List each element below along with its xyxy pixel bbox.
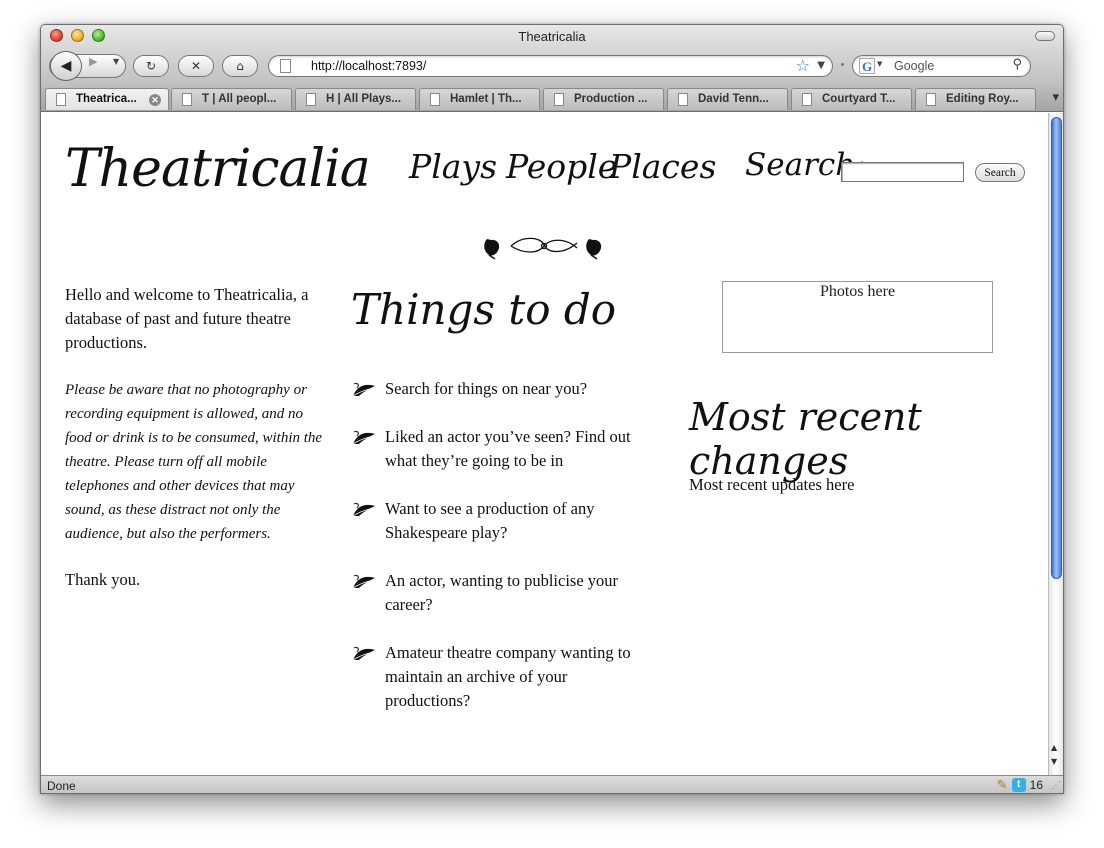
forward-button[interactable]: ▶ [89,55,97,68]
list-item-text[interactable]: Amateur theatre company wanting to maint… [385,643,631,710]
url-dropdown-icon[interactable]: ▼ [817,60,825,71]
tab-label: Courtyard T... [822,93,896,105]
tab-david-tennant[interactable]: David Tenn... [667,88,788,110]
scroll-down-icon[interactable]: ▼ [1051,757,1057,766]
tab-label: H | All Plays... [326,93,402,105]
magnifier-icon[interactable]: ⚲ [1012,57,1022,72]
leaf-bullet-icon [352,646,375,661]
vertical-scrollbar[interactable]: ▲ ▼ [1048,113,1063,775]
reload-icon: ↻ [145,59,157,73]
scroll-up-icon[interactable]: ▲ [1051,743,1057,752]
site-search-button[interactable]: Search [975,163,1025,182]
tab-list-icon[interactable]: ▾ [1052,90,1059,105]
tab-courtyard[interactable]: Courtyard T... [791,88,912,110]
list-item[interactable]: Liked an actor you’ve seen? Find out wha… [351,425,651,473]
resize-grip-icon[interactable]: ⋰ [1051,780,1061,791]
list-item[interactable]: Amateur theatre company wanting to maint… [351,641,651,713]
status-text: Done [47,779,76,793]
twitter-icon[interactable]: t [1011,778,1026,792]
list-item-text[interactable]: Search for things on near you? [385,379,587,398]
list-item[interactable]: An actor, wanting to publicise your care… [351,569,651,617]
reload-button[interactable]: ↻ [133,55,169,77]
scrollbar-thumb[interactable] [1051,117,1062,579]
tab-hamlet[interactable]: Hamlet | Th... [419,88,540,110]
history-dropdown-icon[interactable]: ▼ [113,57,119,66]
tab-all-plays[interactable]: H | All Plays... [295,88,416,110]
list-item[interactable]: Search for things on near you? [351,377,651,401]
page-icon [430,93,440,106]
leaf-bullet-icon [352,430,375,445]
page-icon [802,93,812,106]
search-placeholder[interactable]: Google [894,59,934,73]
leaf-bullet-icon [352,574,375,589]
twitter-count: 16 [1029,778,1043,792]
toolbar-separator [841,63,844,66]
page-icon [280,59,291,73]
thank-you-text: Thank you. [65,570,141,589]
home-button[interactable]: ⌂ [222,55,258,77]
forward-icon: ▶ [89,55,98,68]
window-title: Theatricalia [518,29,586,44]
list-item[interactable]: Want to see a production of any Shakespe… [351,497,651,545]
leaf-bullet-icon [352,502,375,517]
status-bar: Done ✎ t 16 ⋰ [41,775,1063,793]
list-item-text[interactable]: Want to see a production of any Shakespe… [385,499,594,542]
tab-label: David Tenn... [698,93,769,105]
engine-dropdown-icon[interactable]: ▼ [877,60,882,68]
things-to-do-heading: Things to do [351,285,617,334]
tab-label: Editing Roy... [946,93,1019,105]
tab-all-people[interactable]: T | All peopl... [171,88,292,110]
things-to-do-list: Search for things on near you? Liked an … [351,377,651,737]
extension-icon[interactable]: ✎ [997,777,1008,793]
stop-button[interactable]: ✕ [178,55,214,77]
home-icon: ⌂ [236,59,244,73]
page-icon [926,93,936,106]
title-bar: Theatricalia ◀ ▶ ▼ ↻ ✕ ⌂ http://localhos… [41,25,1063,112]
list-item-text[interactable]: Liked an actor you’ve seen? Find out wha… [385,427,631,470]
recent-updates-text: Most recent updates here [689,475,855,494]
browser-search-field[interactable]: G ▼ Google ⚲ [852,55,1031,77]
page-icon [554,93,564,106]
back-icon: ◀ [60,58,72,74]
browser-window: Theatricalia ◀ ▶ ▼ ↻ ✕ ⌂ http://localhos… [40,24,1064,794]
page-icon [56,93,66,106]
ornament-divider-icon [484,237,602,260]
site-logo[interactable]: Theatricalia [65,139,371,199]
welcome-text: Hello and welcome to Theatricalia, a dat… [65,285,309,352]
leaf-bullet-icon [352,382,375,397]
tab-production[interactable]: Production ... [543,88,664,110]
google-icon[interactable]: G [859,58,875,74]
photos-placeholder: Photos here [722,281,993,353]
status-extensions: ✎ t 16 [997,777,1043,793]
page-icon [678,93,688,106]
theatre-notice: Please be aware that no photography or r… [65,382,323,542]
tab-editing[interactable]: Editing Roy... [915,88,1036,110]
tab-label: Hamlet | Th... [450,93,522,105]
nav-places-link[interactable]: Places [609,147,716,186]
tab-strip: Theatrica... ✕ T | All peopl... H | All … [41,86,1063,112]
tab-label: Theatrica... [76,93,137,105]
bookmark-star-icon[interactable]: ☆ [796,56,810,75]
page-icon [182,93,192,106]
site-search-input[interactable] [841,162,964,182]
nav-plays-link[interactable]: Plays [409,147,497,186]
stop-icon: ✕ [190,59,202,73]
tab-label: T | All peopl... [202,93,277,105]
tab-theatricalia[interactable]: Theatrica... ✕ [45,88,169,110]
nav-people-link[interactable]: People [506,147,617,186]
url-text[interactable]: http://localhost:7893/ [311,59,426,73]
back-button[interactable]: ◀ [50,51,82,81]
close-tab-icon[interactable]: ✕ [149,94,161,106]
url-bar[interactable]: http://localhost:7893/ ☆ ▼ [268,55,833,77]
toolbar-toggle-button[interactable] [1035,31,1055,41]
page-viewport: Theatricalia Plays People Places Search:… [41,113,1049,775]
page-icon [306,93,316,106]
recent-changes-heading: Most recent changes [689,395,922,483]
list-item-text[interactable]: An actor, wanting to publicise your care… [385,571,618,614]
tab-label: Production ... [574,93,648,105]
